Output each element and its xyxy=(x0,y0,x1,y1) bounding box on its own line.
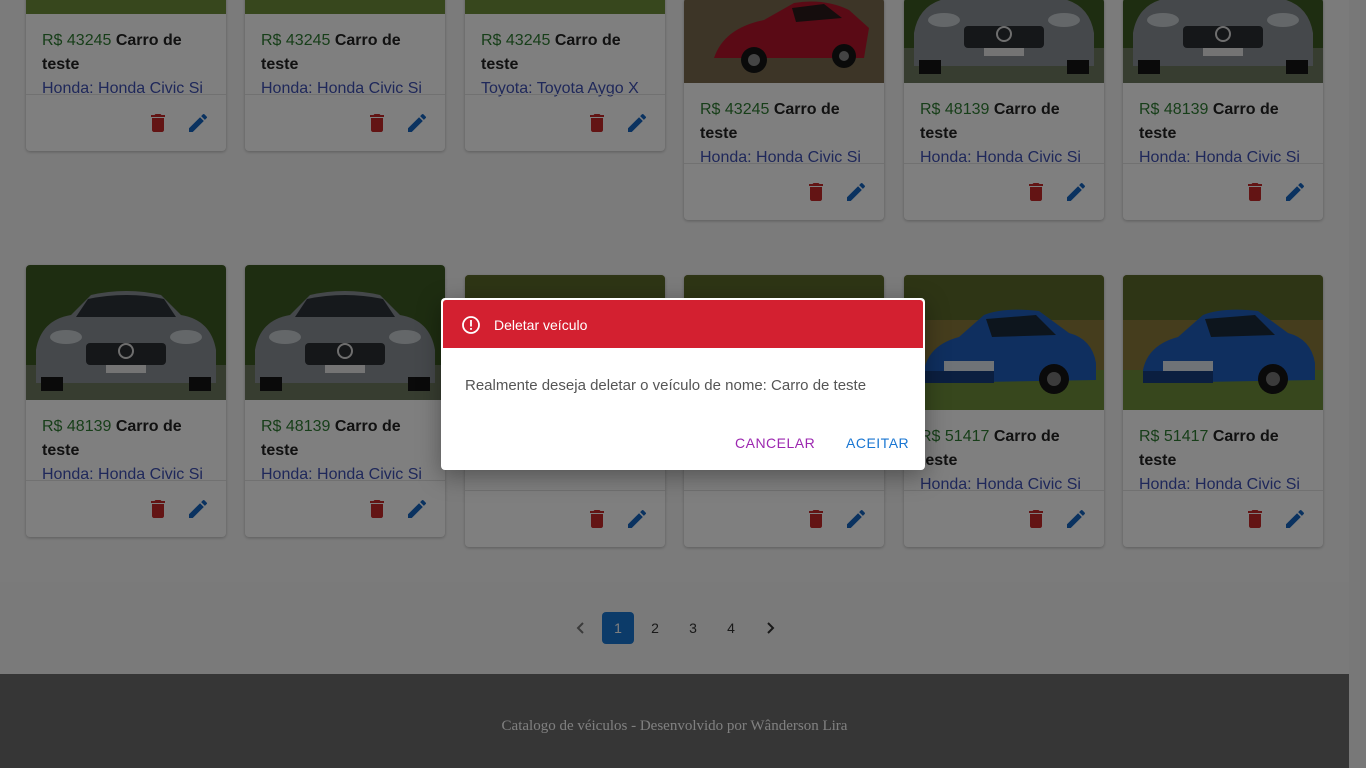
dialog-title: Deletar veículo xyxy=(494,317,588,333)
delete-dialog: Deletar veículo Realmente deseja deletar… xyxy=(441,298,925,470)
accept-button[interactable]: ACEITAR xyxy=(846,435,909,451)
dialog-message: Realmente deseja deletar o veículo de no… xyxy=(465,377,867,394)
dialog-header: Deletar veículo xyxy=(443,300,923,348)
cancel-button[interactable]: CANCELAR xyxy=(735,435,815,451)
alert-circle-icon xyxy=(461,315,481,335)
